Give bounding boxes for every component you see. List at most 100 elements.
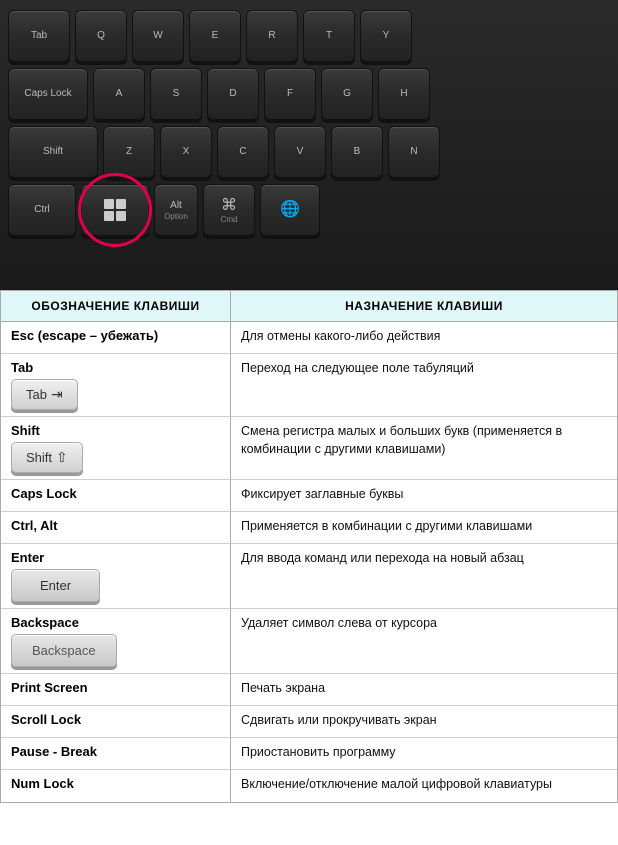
- key-windows-container: [81, 184, 149, 236]
- table-row-pause: Pause - Break Приостановить программу: [1, 738, 617, 770]
- key-c[interactable]: C: [217, 126, 269, 178]
- cell-key-esc: Esc (escape – убежать): [1, 322, 231, 353]
- cell-desc-pause: Приостановить программу: [231, 738, 617, 769]
- header-key-name: ОБОЗНАЧЕНИЕ КЛАВИШИ: [1, 291, 231, 321]
- keyboard-row-2: Caps Lock A S D F G H: [8, 68, 610, 120]
- table-row-scrolllock: Scroll Lock Сдвигать или прокручивать эк…: [1, 706, 617, 738]
- table-row-tab: Tab Tab ⇥ Переход на следующее поле табу…: [1, 354, 617, 417]
- desc-text-backspace: Удаляет символ слева от курсора: [241, 615, 437, 633]
- key-a[interactable]: A: [93, 68, 145, 120]
- key-capslock[interactable]: Caps Lock: [8, 68, 88, 120]
- key-w[interactable]: W: [132, 10, 184, 62]
- table-header: ОБОЗНАЧЕНИЕ КЛАВИШИ НАЗНАЧЕНИЕ КЛАВИШИ: [1, 291, 617, 322]
- key-shift[interactable]: Shift: [8, 126, 98, 178]
- cell-desc-scrolllock: Сдвигать или прокручивать экран: [231, 706, 617, 737]
- desc-text-ctrl-alt: Применяется в комбинации с другими клави…: [241, 518, 532, 536]
- key-label-ctrl-alt: Ctrl, Alt: [11, 518, 57, 533]
- cell-desc-tab: Переход на следующее поле табуляций: [231, 354, 617, 416]
- desc-text-esc: Для отмены какого-либо действия: [241, 328, 440, 346]
- key-windows[interactable]: [81, 184, 149, 236]
- key-y[interactable]: Y: [360, 10, 412, 62]
- table-row-capslock: Caps Lock Фиксирует заглавные буквы: [1, 480, 617, 512]
- table-row-numlock: Num Lock Включение/отключение малой цифр…: [1, 770, 617, 802]
- cell-key-ctrl-alt: Ctrl, Alt: [1, 512, 231, 543]
- key-alt[interactable]: Alt Option: [154, 184, 198, 236]
- key-r[interactable]: R: [246, 10, 298, 62]
- key-label-capslock: Caps Lock: [11, 486, 77, 501]
- cell-desc-ctrl-alt: Применяется в комбинации с другими клави…: [231, 512, 617, 543]
- table-row-printscreen: Print Screen Печать экрана: [1, 674, 617, 706]
- key-g[interactable]: G: [321, 68, 373, 120]
- key-s[interactable]: S: [150, 68, 202, 120]
- cell-key-capslock: Caps Lock: [1, 480, 231, 511]
- table-row-shift: Shift Shift ⇧ Смена регистра малых и бол…: [1, 417, 617, 480]
- enter-text: Enter: [40, 578, 71, 593]
- desc-text-numlock: Включение/отключение малой цифровой клав…: [241, 776, 552, 794]
- key-ctrl[interactable]: Ctrl: [8, 184, 76, 236]
- backspace-text: Backspace: [32, 643, 96, 658]
- keyboard-row-1: Tab Q W E R T Y: [8, 10, 610, 62]
- desc-text-scrolllock: Сдвигать или прокручивать экран: [241, 712, 437, 730]
- key-b[interactable]: B: [331, 126, 383, 178]
- key-z[interactable]: Z: [103, 126, 155, 178]
- key-h[interactable]: H: [378, 68, 430, 120]
- desc-text-tab: Переход на следующее поле табуляций: [241, 360, 474, 378]
- key-label-backspace: Backspace: [11, 615, 79, 630]
- key-label-numlock: Num Lock: [11, 776, 74, 791]
- key-label-pause: Pause - Break: [11, 744, 97, 759]
- cell-desc-printscreen: Печать экрана: [231, 674, 617, 705]
- desc-text-pause: Приостановить программу: [241, 744, 396, 762]
- key-v[interactable]: V: [274, 126, 326, 178]
- keyboard-image: Tab Q W E R T Y Caps Lock: [0, 0, 618, 290]
- shift-arrow-icon: ⇧: [56, 449, 68, 466]
- desc-text-enter: Для ввода команд или перехода на новый а…: [241, 550, 524, 568]
- keyboard-row-3: Shift Z X C V B N: [8, 126, 610, 178]
- key-globe[interactable]: 🌐: [260, 184, 320, 236]
- table-row-ctrl-alt: Ctrl, Alt Применяется в комбинации с дру…: [1, 512, 617, 544]
- key-label-enter: Enter: [11, 550, 44, 565]
- cell-key-shift: Shift Shift ⇧: [1, 417, 231, 479]
- key-t[interactable]: T: [303, 10, 355, 62]
- key-n[interactable]: N: [388, 126, 440, 178]
- table-row-esc: Esc (escape – убежать) Для отмены какого…: [1, 322, 617, 354]
- cell-desc-shift: Смена регистра малых и больших букв (при…: [231, 417, 617, 479]
- key-tab[interactable]: Tab: [8, 10, 70, 62]
- key-label-esc: Esc (escape – убежать): [11, 328, 158, 343]
- windows-logo-icon: [104, 199, 126, 221]
- keyboard-reference-table: ОБОЗНАЧЕНИЕ КЛАВИШИ НАЗНАЧЕНИЕ КЛАВИШИ E…: [0, 290, 618, 803]
- key-cmd-symbol[interactable]: ⌘ Cmd: [203, 184, 255, 236]
- key-e[interactable]: E: [189, 10, 241, 62]
- cell-desc-backspace: Удаляет символ слева от курсора: [231, 609, 617, 673]
- key-label-tab: Tab: [11, 360, 33, 375]
- key-label-scrolllock: Scroll Lock: [11, 712, 81, 727]
- cell-desc-esc: Для отмены какого-либо действия: [231, 322, 617, 353]
- key-d[interactable]: D: [207, 68, 259, 120]
- keyboard-row-4: Ctrl Alt Option ⌘ Cmd 🌐: [8, 184, 610, 236]
- key-label-printscreen: Print Screen: [11, 680, 88, 695]
- cell-key-printscreen: Print Screen: [1, 674, 231, 705]
- key-f[interactable]: F: [264, 68, 316, 120]
- desc-text-shift: Смена регистра малых и больших букв (при…: [241, 423, 607, 458]
- header-description: НАЗНАЧЕНИЕ КЛАВИШИ: [231, 291, 617, 321]
- key-visual-tab: Tab ⇥: [11, 379, 78, 410]
- cell-key-scrolllock: Scroll Lock: [1, 706, 231, 737]
- key-label-shift: Shift: [11, 423, 40, 438]
- tab-text: Tab: [26, 387, 47, 402]
- desc-text-capslock: Фиксирует заглавные буквы: [241, 486, 403, 504]
- cell-key-enter: Enter Enter: [1, 544, 231, 608]
- table-row-enter: Enter Enter Для ввода команд или переход…: [1, 544, 617, 609]
- key-visual-backspace: Backspace: [11, 634, 117, 667]
- tab-arrow-icon: ⇥: [51, 386, 63, 403]
- cell-key-backspace: Backspace Backspace: [1, 609, 231, 673]
- key-visual-shift: Shift ⇧: [11, 442, 83, 473]
- key-q[interactable]: Q: [75, 10, 127, 62]
- shift-text: Shift: [26, 450, 52, 465]
- cell-key-numlock: Num Lock: [1, 770, 231, 802]
- key-x[interactable]: X: [160, 126, 212, 178]
- key-visual-enter: Enter: [11, 569, 100, 602]
- cell-desc-numlock: Включение/отключение малой цифровой клав…: [231, 770, 617, 802]
- key-option-label: Option: [164, 212, 188, 221]
- cell-key-tab: Tab Tab ⇥: [1, 354, 231, 416]
- desc-text-printscreen: Печать экрана: [241, 680, 325, 698]
- cell-desc-capslock: Фиксирует заглавные буквы: [231, 480, 617, 511]
